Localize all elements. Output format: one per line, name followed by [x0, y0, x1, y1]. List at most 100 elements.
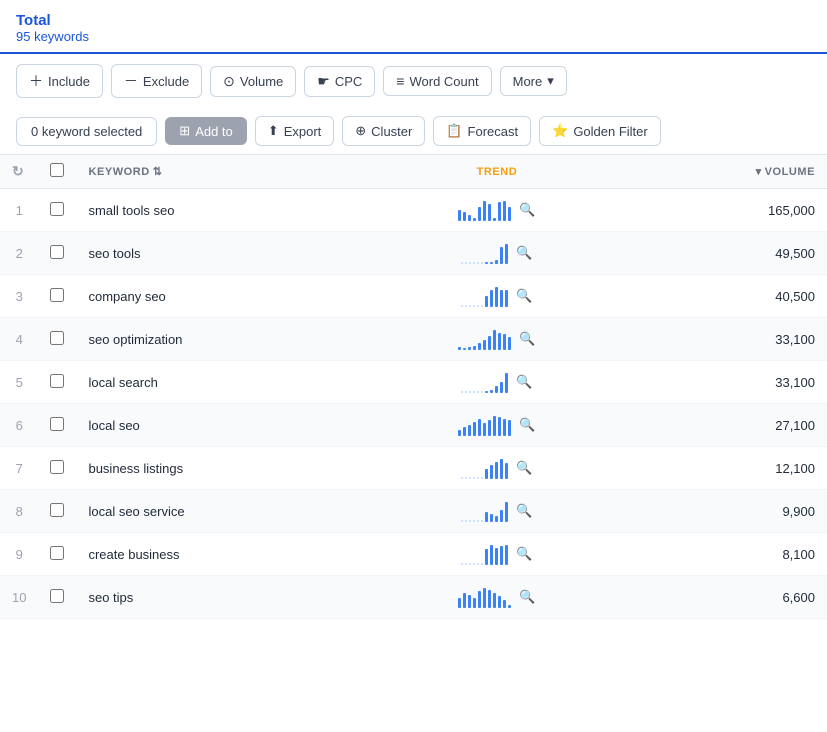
keyword-selected-button[interactable]: 0 keyword selected [16, 117, 157, 146]
export-icon: ⬆ [268, 123, 279, 139]
action-bar: 0 keyword selected ⊞ Add to ⬆ Export ⊕ C… [0, 108, 827, 154]
cpc-button[interactable]: ☛ CPC [304, 66, 375, 97]
trend-bar [481, 563, 483, 565]
volume-cell: 33,100 [621, 318, 827, 361]
trend-bar [469, 520, 471, 522]
word-count-button[interactable]: ≡ Word Count [383, 66, 491, 96]
include-button[interactable]: ＋ Include [16, 64, 103, 98]
row-number: 6 [0, 404, 38, 447]
row-checkbox[interactable] [50, 245, 64, 259]
row-checkbox[interactable] [50, 460, 64, 474]
trend-bar [493, 218, 496, 221]
row-checkbox-cell [38, 490, 76, 533]
trend-bar [473, 218, 476, 221]
trend-bar [490, 465, 493, 479]
trend-bar [461, 520, 463, 522]
top-section: Total 95 keywords [0, 0, 827, 54]
trend-search-button[interactable]: 🔍 [516, 245, 532, 261]
trend-bar [488, 336, 491, 350]
golden-filter-icon: ⭐ [552, 123, 568, 139]
trend-bar [485, 262, 488, 264]
volume-col-header[interactable]: ▾ VOLUME [621, 155, 827, 189]
trend-search-button[interactable]: 🔍 [519, 417, 535, 433]
keyword-cell: local seo service [76, 490, 372, 533]
trend-bar [485, 469, 488, 479]
add-to-icon: ⊞ [179, 123, 190, 139]
trend-bar [485, 549, 488, 565]
trend-search-button[interactable]: 🔍 [519, 589, 535, 605]
row-checkbox[interactable] [50, 503, 64, 517]
trend-search-button[interactable]: 🔍 [516, 503, 532, 519]
select-all-checkbox[interactable] [50, 163, 64, 177]
row-checkbox[interactable] [50, 417, 64, 431]
trend-bar [477, 262, 479, 264]
table-header-row: ↻ KEYWORD ⇅ TREND ▾ VOLUME [0, 155, 827, 189]
keyword-col-header[interactable]: KEYWORD ⇅ [76, 155, 372, 189]
trend-bar [465, 520, 467, 522]
trend-bar [483, 201, 486, 221]
table-row: 4seo optimization🔍33,100 [0, 318, 827, 361]
row-checkbox-cell [38, 533, 76, 576]
trend-search-button[interactable]: 🔍 [516, 288, 532, 304]
trend-bar [477, 391, 479, 393]
row-checkbox[interactable] [50, 374, 64, 388]
trend-bar [481, 391, 483, 393]
trend-search-button[interactable]: 🔍 [519, 202, 535, 218]
row-number: 3 [0, 275, 38, 318]
trend-bar [508, 337, 511, 350]
trend-cell: 🔍 [372, 533, 621, 576]
trend-search-button[interactable]: 🔍 [516, 546, 532, 562]
volume-button[interactable]: ⊙ Volume [210, 66, 296, 97]
trend-bar [505, 244, 508, 264]
refresh-icon[interactable]: ↻ [12, 163, 24, 179]
cluster-button[interactable]: ⊕ Cluster [342, 116, 425, 146]
trend-bar [481, 520, 483, 522]
keyword-sort[interactable]: KEYWORD ⇅ [88, 165, 162, 178]
trend-bar [503, 419, 506, 436]
trend-bar [461, 391, 463, 393]
cluster-icon: ⊕ [355, 123, 366, 139]
trend-bar [483, 423, 486, 436]
add-to-button[interactable]: ⊞ Add to [165, 117, 247, 145]
trend-bar [498, 333, 501, 350]
trend-bar [495, 287, 498, 307]
exclude-button[interactable]: － Exclude [111, 64, 202, 98]
trend-search-button[interactable]: 🔍 [516, 460, 532, 476]
trend-bar [463, 212, 466, 221]
keyword-cell: local seo [76, 404, 372, 447]
trend-bar [500, 247, 503, 264]
trend-bar [461, 563, 463, 565]
row-checkbox[interactable] [50, 202, 64, 216]
trend-bar [481, 477, 483, 479]
trend-bar [463, 593, 466, 608]
export-button[interactable]: ⬆ Export [255, 116, 334, 146]
keywords-count[interactable]: 95 keywords [16, 29, 811, 44]
trend-bar [500, 290, 503, 307]
row-checkbox[interactable] [50, 331, 64, 345]
golden-filter-button[interactable]: ⭐ Golden Filter [539, 116, 661, 146]
keywords-table: ↻ KEYWORD ⇅ TREND ▾ VOLUME [0, 154, 827, 619]
trend-bar [469, 477, 471, 479]
trend-search-button[interactable]: 🔍 [519, 331, 535, 347]
forecast-button[interactable]: 📋 Forecast [433, 116, 531, 146]
trend-bar [465, 563, 467, 565]
trend-bar [468, 215, 471, 221]
row-checkbox[interactable] [50, 589, 64, 603]
trend-bar [463, 427, 466, 436]
trend-bar [473, 563, 475, 565]
row-checkbox[interactable] [50, 546, 64, 560]
trend-bar [500, 459, 503, 479]
keyword-cell: company seo [76, 275, 372, 318]
volume-sort[interactable]: ▾ VOLUME [756, 165, 815, 178]
keyword-cell: business listings [76, 447, 372, 490]
trend-bar [473, 262, 475, 264]
trend-bar [461, 262, 463, 264]
row-checkbox[interactable] [50, 288, 64, 302]
more-button[interactable]: More ▾ [500, 66, 567, 96]
trend-bar [493, 593, 496, 608]
row-checkbox-cell [38, 447, 76, 490]
trend-cell: 🔍 [372, 275, 621, 318]
trend-search-button[interactable]: 🔍 [516, 374, 532, 390]
trend-bar [498, 596, 501, 608]
trend-bar [478, 591, 481, 608]
